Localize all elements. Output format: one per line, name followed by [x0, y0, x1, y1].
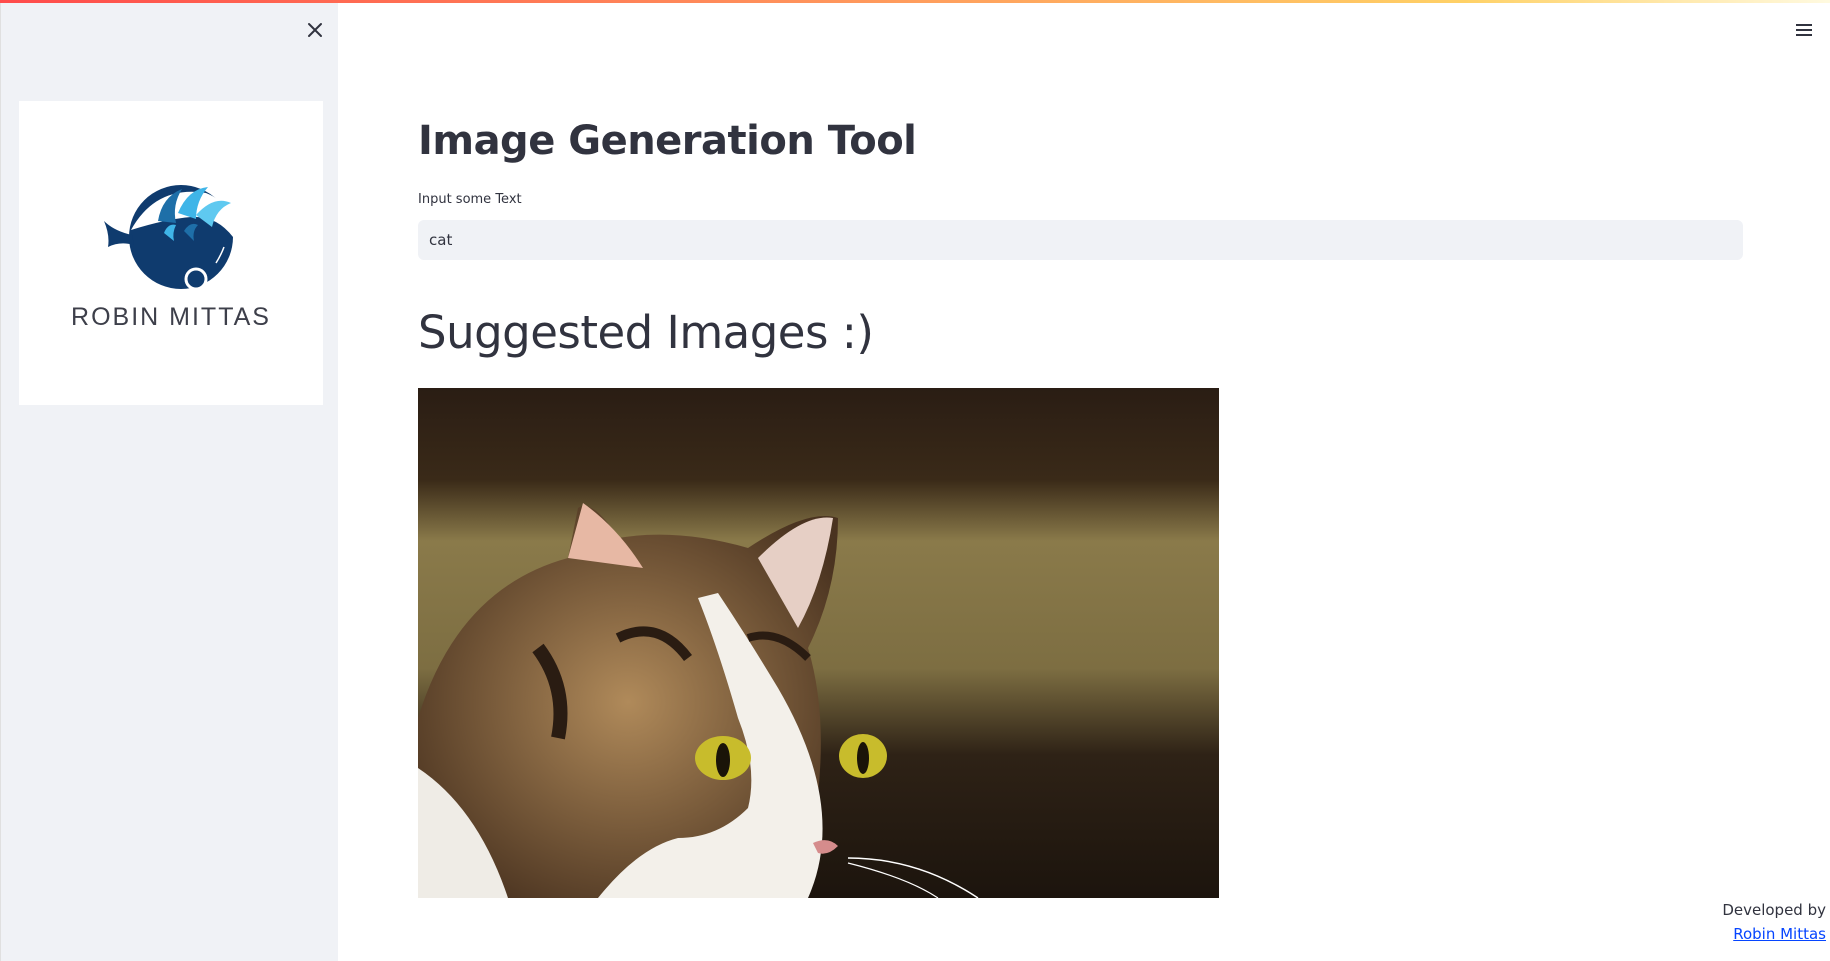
logo-card: ROBIN MITTAS	[19, 101, 323, 405]
footer-text: Developed by	[1722, 901, 1826, 919]
whale-logo-icon	[104, 184, 234, 290]
hamburger-menu-icon	[1796, 24, 1812, 36]
logo-text: ROBIN MITTAS	[71, 302, 271, 331]
top-decoration-bar	[0, 0, 1830, 3]
sidebar: ROBIN MITTAS	[0, 0, 338, 961]
footer: Developed by Robin Mittas	[1630, 898, 1830, 946]
main-menu-button[interactable]	[1790, 16, 1818, 44]
text-input-label: Input some Text	[418, 192, 522, 207]
section-title: Suggested Images :)	[418, 306, 874, 359]
page-title: Image Generation Tool	[418, 118, 917, 164]
suggested-image	[418, 388, 1219, 898]
close-icon	[308, 23, 322, 37]
footer-author-link[interactable]: Robin Mittas	[1733, 925, 1826, 943]
text-input[interactable]	[418, 220, 1743, 260]
close-sidebar-button[interactable]	[301, 16, 329, 44]
